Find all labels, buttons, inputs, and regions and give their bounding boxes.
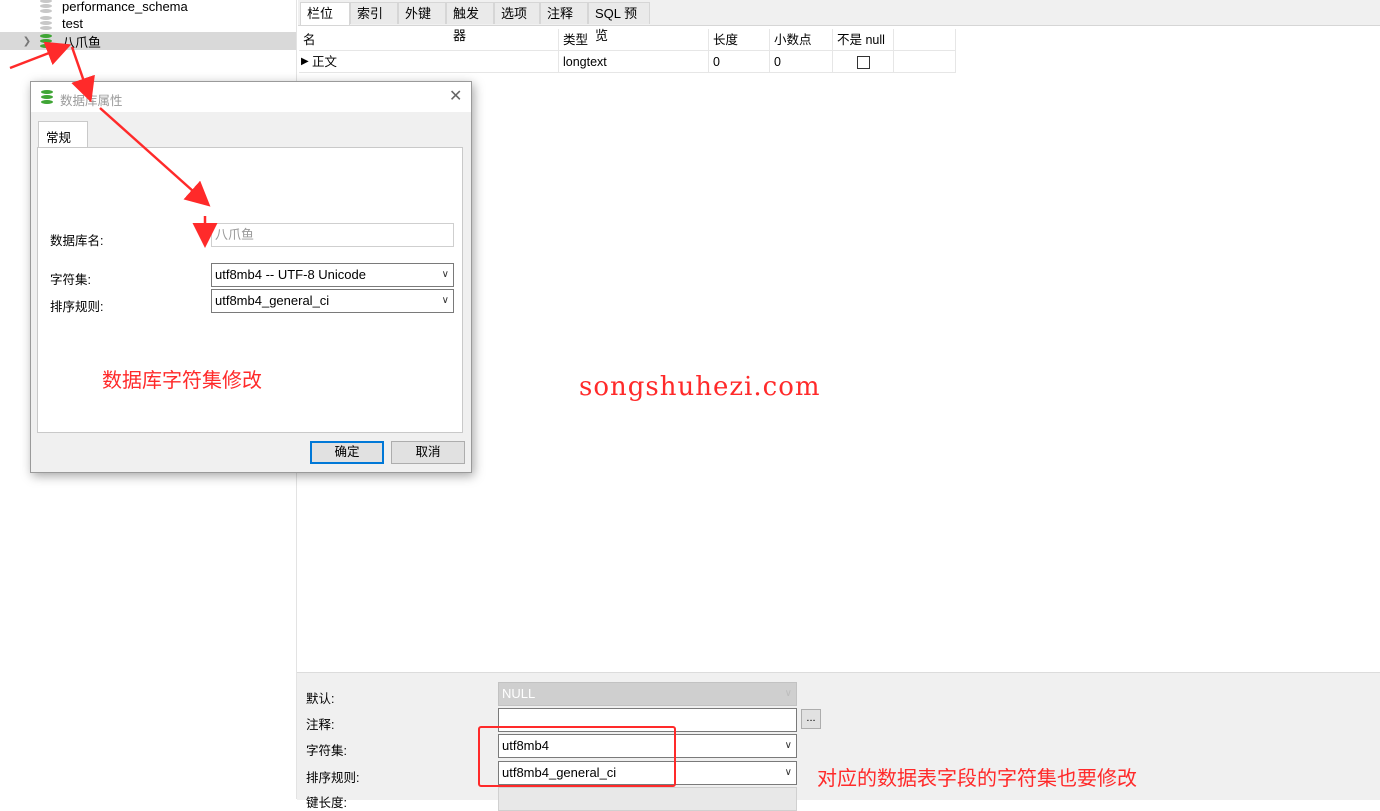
tab-columns[interactable]: 栏位	[300, 2, 350, 25]
grid-header-row: 名 类型 长度 小数点 不是 null	[299, 29, 956, 51]
comment-label: 注释:	[306, 718, 335, 732]
database-icon	[40, 16, 52, 30]
collation-label: 排序规则:	[50, 300, 104, 314]
tab-triggers[interactable]: 触发器	[446, 2, 494, 43]
database-icon	[40, 34, 52, 48]
charset-select[interactable]: utf8mb4 -- UTF-8 Unicode ∨	[211, 263, 454, 287]
row-pointer-icon: ▶	[301, 56, 309, 67]
dialog-title: 数据库属性	[60, 94, 123, 108]
field-type-cell[interactable]: longtext	[559, 51, 709, 73]
general-panel: 数据库名: 八爪鱼 字符集: utf8mb4 -- UTF-8 Unicode …	[37, 147, 463, 433]
chevron-down-icon: ∨	[784, 740, 792, 751]
tree-item-label: test	[62, 15, 83, 31]
database-properties-dialog: 数据库属性 ✕ 常规 数据库名: 八爪鱼 字符集: utf8mb4 -- UTF…	[30, 81, 472, 473]
chevron-down-icon: ∨	[784, 688, 792, 699]
chevron-right-icon[interactable]: ❯	[20, 36, 34, 47]
key-length-label: 键长度:	[306, 796, 347, 810]
highlight-box	[478, 726, 676, 787]
column-header-type[interactable]: 类型	[559, 29, 709, 51]
field-properties-panel: 默认: NULL ∨ 注释: ... 字符集: utf8mb4 ∨ 排序规则: …	[297, 672, 1380, 811]
column-header-not-null[interactable]: 不是 null	[833, 29, 894, 51]
collation-label: 排序规则:	[306, 771, 360, 785]
charset-label: 字符集:	[50, 273, 91, 287]
tree-item-label: 八爪鱼	[62, 34, 102, 50]
chevron-down-icon: ∨	[441, 269, 449, 280]
chevron-down-icon: ∨	[441, 295, 449, 306]
tab-comments[interactable]: 注释	[540, 2, 588, 24]
tab-indexes[interactable]: 索引	[350, 2, 398, 24]
default-label: 默认:	[306, 692, 335, 706]
db-name-field[interactable]: 八爪鱼	[211, 223, 454, 247]
tree-item-performance-schema[interactable]: performance_schema	[0, 0, 296, 15]
comment-edit-button[interactable]: ...	[801, 709, 821, 729]
field-decimals-cell[interactable]: 0	[770, 51, 833, 73]
annotation-dialog-note: 数据库字符集修改	[102, 370, 262, 392]
tab-options[interactable]: 选项	[494, 2, 540, 24]
tab-general[interactable]: 常规	[38, 121, 88, 148]
table-row[interactable]: ▶ 正文 longtext 0 0	[299, 51, 956, 73]
charset-label: 字符集:	[306, 744, 347, 758]
tab-foreign-keys[interactable]: 外键	[398, 2, 446, 24]
column-header-decimals[interactable]: 小数点	[770, 29, 833, 51]
database-icon	[40, 0, 52, 13]
field-name-cell: 正文	[312, 55, 338, 69]
default-select[interactable]: NULL ∨	[498, 682, 797, 706]
cancel-button[interactable]: 取消	[391, 441, 465, 464]
column-header-length[interactable]: 长度	[709, 29, 770, 51]
tab-sql-preview[interactable]: SQL 预览	[588, 2, 650, 43]
annotation-field-note: 对应的数据表字段的字符集也要修改	[817, 768, 1137, 790]
dialog-titlebar[interactable]: 数据库属性 ✕	[31, 82, 471, 112]
collation-select[interactable]: utf8mb4_general_ci ∨	[211, 289, 454, 313]
chevron-down-icon: ∨	[784, 767, 792, 778]
tree-item-test[interactable]: test	[0, 14, 296, 32]
not-null-checkbox[interactable]	[857, 56, 870, 69]
tree-item-bazhuayu[interactable]: ❯ 八爪鱼	[0, 32, 296, 50]
watermark-text: songshuhezi.com	[579, 372, 821, 402]
tab-general-label: 常规	[46, 131, 72, 145]
tree-item-label: performance_schema	[62, 0, 188, 14]
column-header-name[interactable]: 名	[299, 29, 559, 51]
key-length-field[interactable]	[498, 787, 797, 811]
editor-tabbar: 栏位 索引 外键 触发器 选项 注释 SQL 预览	[298, 0, 1380, 43]
ok-button[interactable]: 确定	[310, 441, 384, 464]
db-name-label: 数据库名:	[50, 234, 104, 248]
close-icon[interactable]: ✕	[449, 86, 462, 106]
field-length-cell[interactable]: 0	[709, 51, 770, 73]
